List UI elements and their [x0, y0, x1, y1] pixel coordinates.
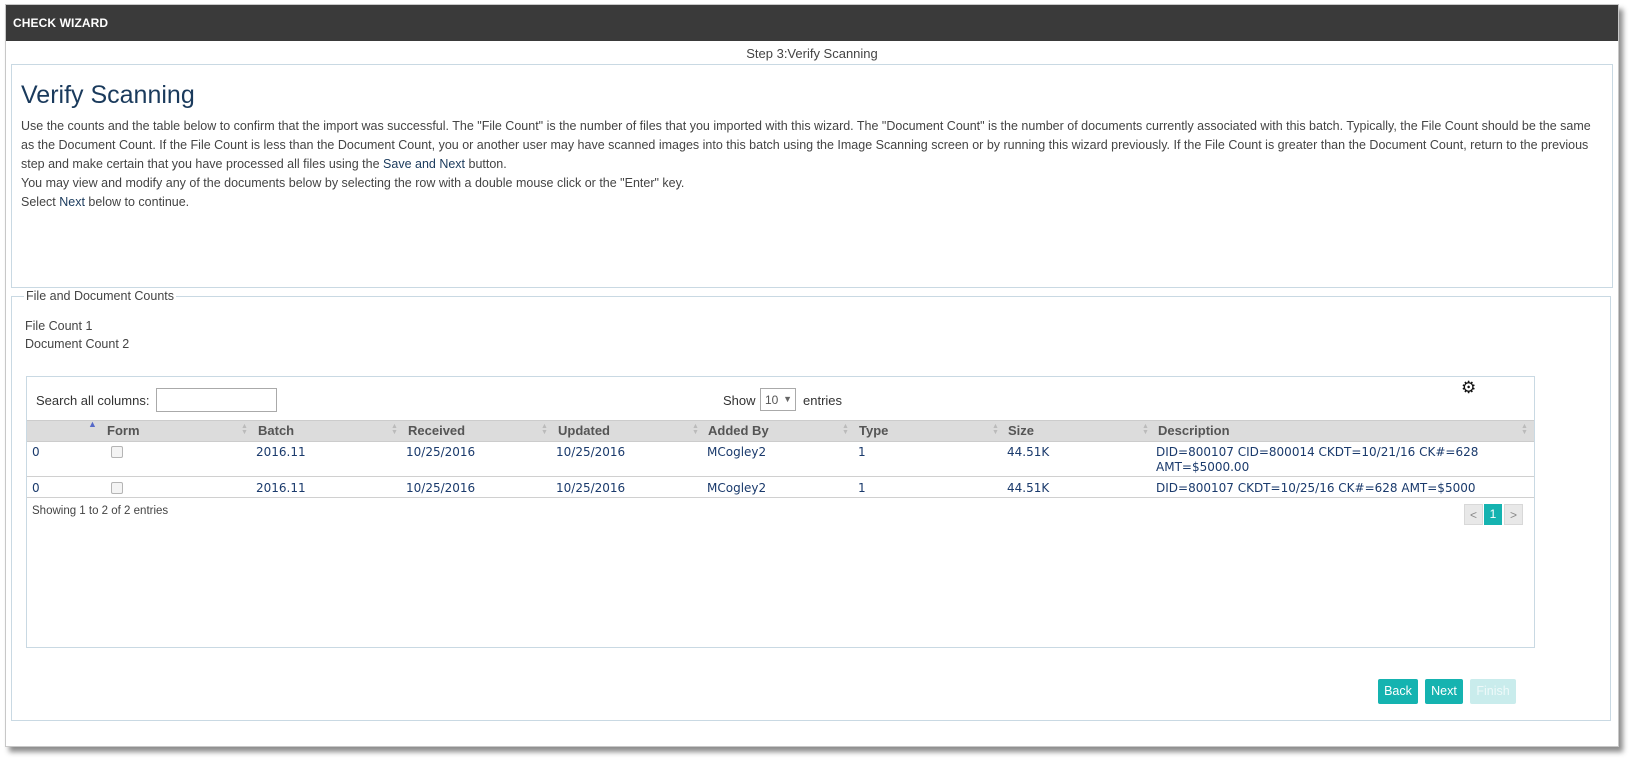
column-header-form[interactable]: Form — [107, 421, 140, 441]
table-row[interactable]: 0 2016.11 10/25/2016 10/25/2016 MCogley2… — [27, 477, 1534, 498]
file-count: File Count 1 — [25, 319, 93, 333]
instructions-para1: Use the counts and the table below to co… — [21, 119, 1591, 171]
counts-legend: File and Document Counts — [26, 289, 174, 303]
cell-type: 1 — [858, 481, 866, 495]
document-count: Document Count 2 — [25, 337, 130, 351]
save-and-next-emphasis: Save and Next — [383, 157, 466, 171]
column-header-size[interactable]: Size — [1008, 421, 1034, 441]
cell-size: 44.51K — [1007, 445, 1050, 459]
page-title: Verify Scanning — [21, 81, 195, 109]
cell-batch: 2016.11 — [256, 481, 306, 495]
column-header-description[interactable]: Description — [1158, 421, 1230, 441]
sort-icon: ▲ ▼ — [541, 423, 548, 436]
entries-select[interactable]: 10 ▼ — [760, 388, 796, 411]
sort-icon: ▲ ▼ — [241, 423, 248, 436]
instructions-text: Use the counts and the table below to co… — [21, 117, 1606, 212]
instructions-para2: You may view and modify any of the docum… — [21, 176, 685, 190]
pager-prev-button[interactable]: < — [1464, 504, 1483, 525]
column-header-added-by[interactable]: Added By — [708, 421, 769, 441]
gear-icon[interactable]: ⚙ — [1461, 379, 1477, 396]
instructions-para3: Select Next below to continue. — [21, 195, 190, 209]
column-header-type[interactable]: Type — [859, 421, 888, 441]
row-checkbox[interactable] — [111, 446, 123, 458]
row-id: 0 — [32, 445, 40, 459]
cell-description: DID=800107 CID=800014 CKDT=10/21/16 CK#=… — [1156, 445, 1479, 474]
sort-icon: ▲ ▼ — [391, 423, 398, 436]
cell-type: 1 — [858, 445, 866, 459]
window-title: CHECK WIZARD — [6, 5, 1618, 41]
instructions-panel: Verify Scanning Use the counts and the t… — [11, 64, 1613, 288]
cell-received: 10/25/2016 — [406, 445, 476, 459]
pager-page-1[interactable]: 1 — [1484, 504, 1502, 525]
cell-size: 44.51K — [1007, 481, 1050, 495]
pager-next-button[interactable]: > — [1504, 504, 1523, 525]
sort-ascending-icon: ▲ — [88, 419, 97, 429]
cell-updated: 10/25/2016 — [556, 481, 626, 495]
step-label: Step 3:Verify Scanning — [746, 46, 878, 61]
row-checkbox[interactable] — [111, 482, 123, 494]
documents-grid: Search all columns: Show 10 ▼ entries ⚙ … — [26, 376, 1535, 648]
cell-added-by: MCogley2 — [707, 445, 767, 459]
sort-icon: ▲ ▼ — [992, 423, 999, 436]
table-header: ▲ Form ▲ ▼ Batch ▲ ▼ Received ▲ ▼ Updated ▲… — [27, 419, 1534, 442]
back-button[interactable]: Back — [1378, 679, 1418, 704]
cell-received: 10/25/2016 — [406, 481, 476, 495]
row-id: 0 — [32, 481, 40, 495]
sort-icon: ▲ ▼ — [1142, 423, 1149, 436]
show-label: Show — [723, 393, 756, 408]
cell-added-by: MCogley2 — [707, 481, 767, 495]
check-wizard-window: CHECK WIZARD Step 3:Verify Scanning Veri… — [5, 4, 1619, 747]
search-label: Search all columns: — [36, 393, 150, 408]
sort-icon: ▲ ▼ — [1521, 423, 1528, 436]
column-header-received[interactable]: Received — [408, 421, 465, 441]
next-button[interactable]: Next — [1425, 679, 1463, 704]
entries-value: 10 — [765, 393, 779, 407]
chevron-down-icon: ▼ — [783, 394, 792, 404]
cell-description: DID=800107 CKDT=10/25/16 CK#=628 AMT=$50… — [1156, 481, 1476, 495]
entries-label: entries — [803, 393, 843, 408]
cell-batch: 2016.11 — [256, 445, 306, 459]
table-row[interactable]: 0 2016.11 10/25/2016 10/25/2016 MCogley2… — [27, 441, 1534, 477]
finish-button[interactable]: Finish — [1470, 679, 1516, 704]
column-header-updated[interactable]: Updated — [558, 421, 610, 441]
sort-icon: ▲ ▼ — [692, 423, 699, 436]
table-info: Showing 1 to 2 of 2 entries — [32, 505, 169, 517]
next-emphasis: Next — [59, 195, 85, 209]
column-header-batch[interactable]: Batch — [258, 421, 294, 441]
search-input[interactable] — [156, 388, 277, 412]
sort-icon: ▲ ▼ — [842, 423, 849, 436]
cell-updated: 10/25/2016 — [556, 445, 626, 459]
